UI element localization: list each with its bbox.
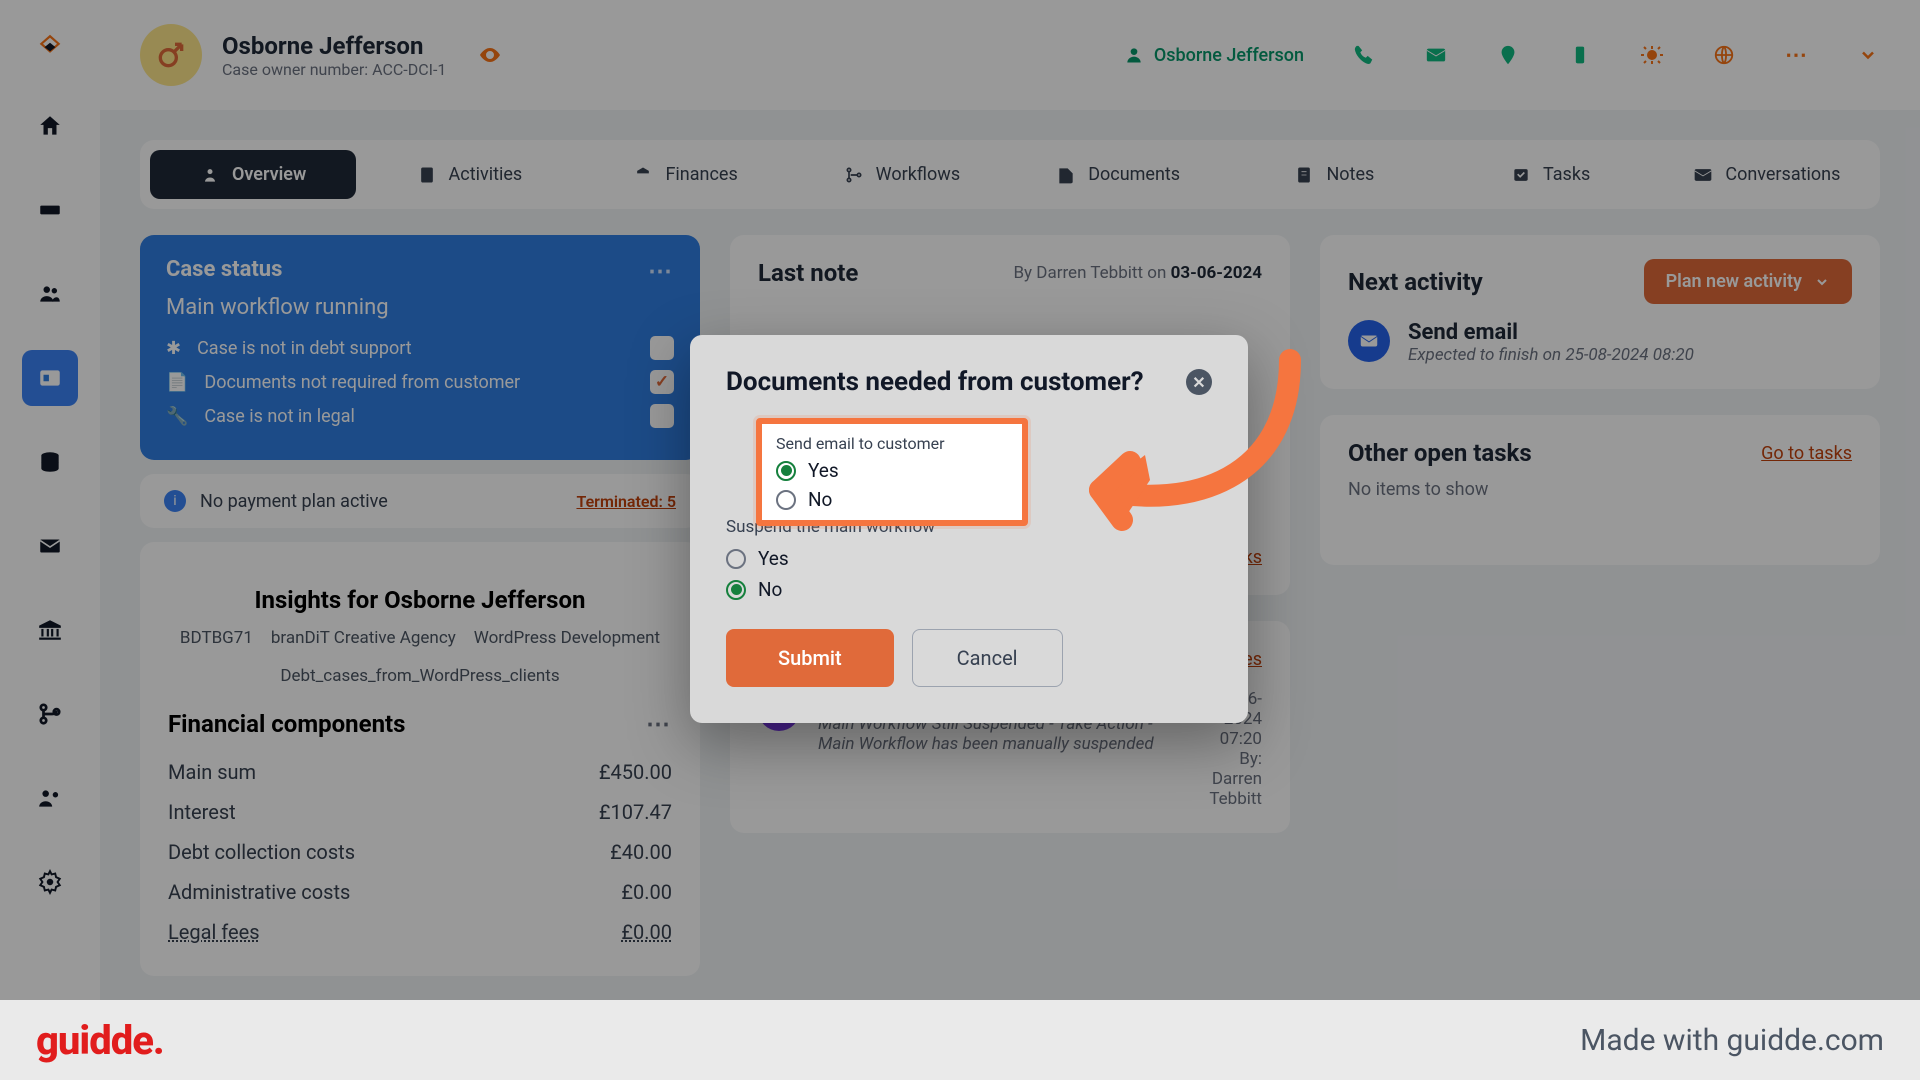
send-email-label: Send email to customer bbox=[776, 434, 1008, 453]
tutorial-highlight: Send email to customer Yes No bbox=[756, 418, 1028, 526]
radio-icon bbox=[776, 490, 796, 510]
suspend-yes-radio[interactable]: Yes bbox=[726, 547, 1212, 570]
radio-icon bbox=[726, 580, 746, 600]
radio-icon bbox=[776, 461, 796, 481]
documents-needed-modal: Documents needed from customer? ✕ Suspen… bbox=[690, 335, 1248, 723]
send-email-yes-radio[interactable]: Yes bbox=[776, 459, 1008, 482]
modal-title: Documents needed from customer? bbox=[726, 367, 1144, 397]
send-email-no-radio[interactable]: No bbox=[776, 488, 1008, 511]
submit-button[interactable]: Submit bbox=[726, 629, 894, 687]
cancel-button[interactable]: Cancel bbox=[912, 629, 1063, 687]
guidde-logo: guidde. bbox=[36, 1017, 164, 1064]
suspend-no-radio[interactable]: No bbox=[726, 578, 1212, 601]
close-icon[interactable]: ✕ bbox=[1186, 369, 1212, 395]
radio-icon bbox=[726, 549, 746, 569]
guidde-attribution: Made with guidde.com bbox=[1580, 1023, 1884, 1058]
guidde-footer: guidde. Made with guidde.com bbox=[0, 1000, 1920, 1080]
